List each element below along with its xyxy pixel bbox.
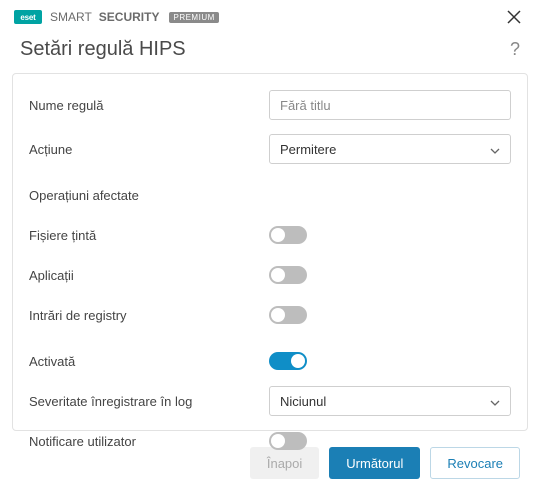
- affected-ops-label: Operațiuni afectate: [29, 188, 139, 203]
- rule-name-label: Nume regulă: [29, 98, 269, 113]
- brand-smart: SMART: [50, 10, 92, 24]
- page-title: Setări regulă HIPS: [20, 38, 186, 61]
- registry-label: Intrări de registry: [29, 308, 269, 323]
- notify-user-toggle[interactable]: [269, 432, 307, 450]
- brand: eset SMART SECURITY PREMIUM: [14, 10, 219, 24]
- help-icon: ?: [510, 39, 520, 59]
- rule-name-input[interactable]: [269, 90, 511, 120]
- action-label: Acțiune: [29, 142, 269, 157]
- registry-toggle[interactable]: [269, 306, 307, 324]
- brand-premium-badge: PREMIUM: [169, 12, 218, 23]
- close-button[interactable]: [502, 5, 526, 29]
- help-button[interactable]: ?: [510, 39, 520, 60]
- cancel-button[interactable]: Revocare: [430, 447, 520, 479]
- enabled-toggle[interactable]: [269, 352, 307, 370]
- action-select[interactable]: Permitere: [269, 134, 511, 164]
- log-severity-value: Niciunul: [280, 394, 326, 409]
- brand-security: SECURITY: [99, 10, 160, 24]
- log-severity-label: Severitate înregistrare în log: [29, 394, 269, 409]
- applications-label: Aplicații: [29, 268, 269, 283]
- applications-toggle[interactable]: [269, 266, 307, 284]
- settings-panel: Nume regulă Acțiune Permitere Operațiuni…: [12, 73, 528, 431]
- enabled-label: Activată: [29, 354, 269, 369]
- target-files-toggle[interactable]: [269, 226, 307, 244]
- chevron-down-icon: [490, 142, 500, 157]
- next-button[interactable]: Următorul: [329, 447, 420, 479]
- chevron-down-icon: [490, 394, 500, 409]
- action-value: Permitere: [280, 142, 336, 157]
- notify-user-label: Notificare utilizator: [29, 434, 269, 449]
- target-files-label: Fișiere țintă: [29, 228, 269, 243]
- brand-logo: eset: [14, 10, 42, 24]
- back-button: Înapoi: [250, 447, 319, 479]
- close-icon: [507, 10, 521, 24]
- log-severity-select[interactable]: Niciunul: [269, 386, 511, 416]
